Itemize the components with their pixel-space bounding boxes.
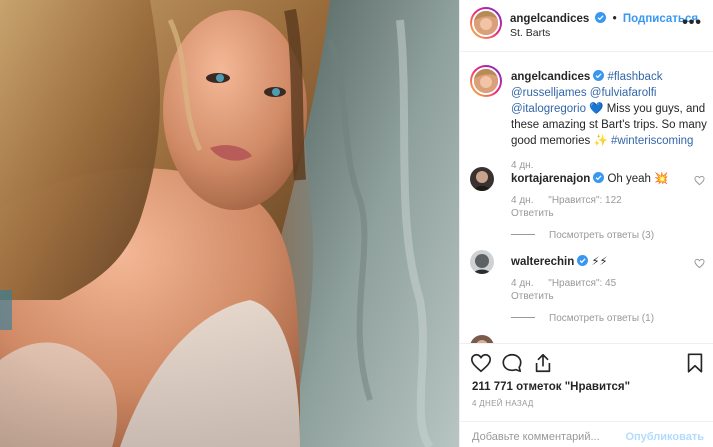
mention-russelljames[interactable]: @russelljames [511,87,587,99]
post-actions: 211 771 отметок "Нравится" 4 ДНЕЙ НАЗАД … [460,343,713,447]
reply-button[interactable]: Ответить [511,291,554,302]
comment-bubble-icon[interactable] [501,352,523,374]
post-photo-image [0,0,459,447]
like-heart-icon[interactable] [470,352,492,374]
comment-time[interactable]: 4 дн. [511,195,533,206]
caption-verified-icon [593,70,605,81]
hashtag-winteriscoming[interactable]: #winteriscoming [611,135,693,147]
comments-list[interactable]: angelcandices #flashback @russelljames @… [460,53,713,343]
comment-body: Oh yeah 💥 [607,173,669,185]
comment-text: kortajarenajon Oh yeah 💥 [511,171,668,185]
save-bookmark-icon[interactable] [684,352,706,374]
commenter-verified-icon [593,172,605,183]
sparkle-emoji: ✨ [593,135,608,147]
view-replies-button[interactable]: Посмотреть ответы (1) [511,313,654,324]
comment-like-heart-icon[interactable] [694,175,705,186]
caption-text: angelcandices #flashback @russelljames @… [511,69,707,149]
comment-text: walterechin ⚡⚡ [511,254,608,268]
verified-icon [595,12,607,23]
post-header: angelcandices • Подписаться St. Barts ••… [460,0,713,52]
commenter-avatar-image [470,335,494,343]
posted-ago[interactable]: 4 ДНЕЙ НАЗАД [472,399,534,408]
comment-input[interactable]: Добавьте комментарий... [472,431,600,443]
commenter-avatar-image [470,167,494,191]
hashtag-flashback[interactable]: #flashback [607,71,662,83]
header-user-line: angelcandices • Подписаться [510,12,698,25]
commenter-verified-icon [577,255,589,266]
author-avatar-image [474,11,498,35]
mention-fulviafarolfi[interactable]: @fulviafarolfi [590,87,657,99]
caption-author-username[interactable]: angelcandices [511,71,590,83]
comment-item: kortajarenajon Oh yeah 💥 4 дн. "Нравится… [470,167,710,241]
commenter-avatar[interactable] [470,167,494,191]
commenter-avatar[interactable] [470,250,494,274]
more-options-icon[interactable]: ••• [682,14,702,32]
commenter-avatar-image [470,250,494,274]
commenter-username[interactable]: walterechin [511,256,574,268]
comment-time[interactable]: 4 дн. [511,278,533,289]
commenter-avatar[interactable] [470,335,494,343]
commenter-username[interactable]: kortajarenajon [511,173,590,185]
caption-author-avatar[interactable] [470,65,502,97]
likes-count[interactable]: 211 771 отметок "Нравится" [472,381,630,393]
view-replies-button[interactable]: Посмотреть ответы (3) [511,230,654,241]
publish-comment-button[interactable]: Опубликовать [625,431,704,443]
post-photo[interactable] [0,0,459,447]
caption-avatar-image [474,69,498,93]
comment-meta: 4 дн. "Нравится": 122 [511,195,634,206]
add-comment-bar: Добавьте комментарий... Опубликовать [460,421,713,447]
mention-italogregorio[interactable]: @italogregorio [511,103,586,115]
reply-button[interactable]: Ответить [511,208,554,219]
blue-heart-emoji: 💙 [589,103,604,115]
separator-dot: • [612,13,617,25]
comment-meta: 4 дн. "Нравится": 45 [511,278,628,289]
post-location[interactable]: St. Barts [510,27,550,39]
author-avatar[interactable] [470,7,502,39]
post-side-panel: angelcandices • Подписаться St. Barts ••… [459,0,713,447]
comment-likes[interactable]: "Нравится": 45 [548,278,616,289]
share-icon[interactable] [532,352,554,374]
comment-like-heart-icon[interactable] [694,258,705,269]
action-icons-row [470,352,706,376]
instagram-post-modal: angelcandices • Подписаться St. Barts ••… [0,0,713,447]
comment-item: walterechin ⚡⚡ 4 дн. "Нравится": 45 Отве… [470,250,710,324]
author-username[interactable]: angelcandices [510,13,589,25]
comment-body: ⚡⚡ [591,256,608,268]
comment-likes[interactable]: "Нравится": 122 [548,195,621,206]
